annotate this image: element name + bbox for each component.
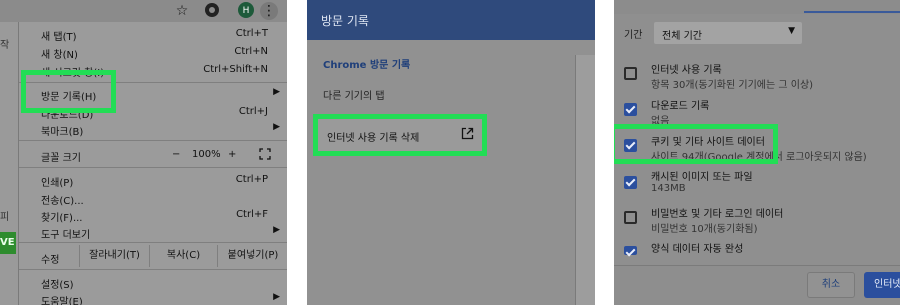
menu-item-settings[interactable]: 설정(S) (19, 273, 287, 291)
menu-item-label: 새 창(N) (41, 50, 78, 61)
option-subtitle: 비밀번호 10개(동기화됨) (651, 224, 758, 235)
option-title: 비밀번호 및 기타 로그인 데이터 (651, 209, 784, 220)
checkbox-cached-images[interactable] (624, 176, 637, 189)
open-in-new-icon (461, 127, 474, 140)
time-range-select[interactable]: 전체 기간 ▼ (654, 22, 802, 44)
fullscreen-icon[interactable] (259, 148, 271, 163)
menu-item-label: 설정(S) (41, 280, 74, 291)
menu-item-new-window[interactable]: 새 창(N) Ctrl+N (19, 43, 287, 61)
kebab-menu-icon[interactable]: ⋮ (260, 2, 278, 20)
paste-button[interactable]: 붙여넣기(P) (217, 245, 287, 267)
copy-button[interactable]: 복사(C) (149, 245, 217, 267)
menu-divider (19, 140, 287, 141)
dialog-tabs (614, 0, 900, 14)
menu-item-label: 전송(C)... (41, 196, 84, 207)
zoom-in-button[interactable]: + (228, 149, 236, 160)
star-icon[interactable]: ☆ (173, 2, 191, 20)
menu-zoom-row: 글꼴 크기 − 100% + (19, 145, 287, 165)
option-title: 캐시된 이미지 또는 파일 (651, 172, 753, 183)
menu-item-more-tools[interactable]: 도구 더보기 ▶ (19, 223, 287, 241)
checkbox-passwords[interactable] (624, 211, 637, 224)
active-tab-indicator (804, 11, 900, 13)
history-highlight-box (21, 70, 116, 113)
menu-item-print[interactable]: 인쇄(P) Ctrl+P (19, 171, 287, 189)
option-title: 다운로드 기록 (651, 101, 710, 112)
page-edge-text: 피 (0, 212, 10, 223)
menu-item-label: 도움말(E) (41, 297, 83, 305)
menu-item-bookmarks[interactable]: 북마크(B) ▶ (19, 120, 287, 138)
menu-item-label: 새 탭(T) (41, 32, 77, 43)
checkbox-browsing-history[interactable] (624, 67, 637, 80)
browser-toolbar: ☆ H ⋮ (0, 0, 287, 22)
sidebar-item-chrome-history[interactable]: Chrome 방문 기록 (323, 56, 410, 71)
menu-item-shortcut: Ctrl+T (235, 28, 268, 39)
menu-divider (19, 242, 287, 243)
menu-item-shortcut: Ctrl+J (238, 106, 268, 117)
submenu-arrow-icon: ▶ (273, 292, 280, 302)
chrome-menu-panel: ☆ H ⋮ 작 피 VE 새 탭(T) Ctrl+T 새 창(N) Ctrl+N… (0, 0, 287, 305)
submenu-arrow-icon: ▶ (273, 225, 280, 235)
page-edge: 작 피 (0, 22, 18, 305)
menu-item-new-tab[interactable]: 새 탭(T) Ctrl+T (19, 25, 287, 43)
cut-button[interactable]: 잘라내기(T) (79, 245, 149, 267)
menu-item-help[interactable]: 도움말(E) ▶ (19, 290, 287, 305)
menu-item-label: 인쇄(P) (41, 178, 74, 189)
page-edge-text: VE (0, 237, 15, 248)
menu-item-label: 도구 더보기 (41, 230, 91, 241)
zoom-level: 100% (192, 149, 221, 160)
checkbox-download-history[interactable] (624, 103, 637, 116)
option-subtitle: 항목 30개(동기화된 기기에는 그 이상) (651, 80, 814, 91)
option-title: 양식 데이터 자동 완성 (651, 244, 744, 255)
chrome-main-menu: 새 탭(T) Ctrl+T 새 창(N) Ctrl+N 새 시크릿 창(I) C… (18, 22, 287, 305)
clear-browsing-data-link[interactable]: 인터넷 사용 기록 삭제 (313, 114, 487, 156)
page-title: 방문 기록 (321, 14, 369, 28)
chevron-down-icon: ▼ (788, 26, 795, 36)
zoom-out-button[interactable]: − (172, 149, 180, 160)
page-edge-text: 작 (0, 40, 10, 51)
history-page-panel: 방문 기록 Chrome 방문 기록 다른 기기의 탭 인터넷 사용 기록 삭제 (307, 0, 595, 305)
menu-item-shortcut: Ctrl+N (234, 46, 268, 57)
time-range-row: 기간 전체 기간 ▼ (614, 14, 900, 50)
submenu-arrow-icon: ▶ (273, 87, 280, 97)
menu-item-shortcut: Ctrl+P (235, 174, 268, 185)
menu-item-find[interactable]: 찾기(F)... Ctrl+F (19, 206, 287, 224)
extension-icon[interactable] (203, 2, 221, 20)
page-edge-banner: VE (0, 232, 16, 254)
history-list-edge (575, 55, 595, 305)
submenu-arrow-icon: ▶ (273, 122, 280, 132)
clear-data-dialog-panel: 기간 전체 기간 ▼ 인터넷 사용 기록 항목 30개(동기화된 기기에는 그 … (614, 0, 900, 305)
menu-item-shortcut: Ctrl+Shift+N (203, 64, 268, 75)
cookies-highlight-box (614, 124, 778, 164)
time-range-value: 전체 기간 (662, 31, 702, 42)
history-sidebar: Chrome 방문 기록 다른 기기의 탭 (307, 40, 595, 305)
menu-item-label: 수정 (41, 255, 60, 266)
option-subtitle: 143MB (651, 183, 686, 194)
avatar-letter: H (242, 6, 250, 16)
menu-item-label: 글꼴 크기 (41, 153, 81, 164)
time-range-label: 기간 (624, 30, 643, 41)
dialog-footer: 취소 인터넷 (614, 265, 900, 305)
cancel-button[interactable]: 취소 (807, 272, 855, 298)
profile-avatar[interactable]: H (237, 2, 255, 20)
menu-divider (19, 167, 287, 168)
clear-data-button[interactable]: 인터넷 (864, 272, 900, 298)
menu-divider (19, 269, 287, 270)
menu-item-label: 찾기(F)... (41, 213, 83, 224)
history-header: 방문 기록 (307, 0, 595, 40)
checkbox-autofill[interactable] (624, 246, 637, 255)
menu-edit-row: 수정 잘라내기(T) 복사(C) 붙여넣기(P) (19, 245, 287, 267)
clear-browsing-data-label: 인터넷 사용 기록 삭제 (327, 133, 420, 144)
menu-item-cast[interactable]: 전송(C)... (19, 189, 287, 207)
menu-item-shortcut: Ctrl+F (236, 209, 268, 220)
menu-item-label: 북마크(B) (41, 127, 84, 138)
sidebar-item-other-devices[interactable]: 다른 기기의 탭 (323, 87, 385, 102)
option-title: 인터넷 사용 기록 (651, 65, 722, 76)
